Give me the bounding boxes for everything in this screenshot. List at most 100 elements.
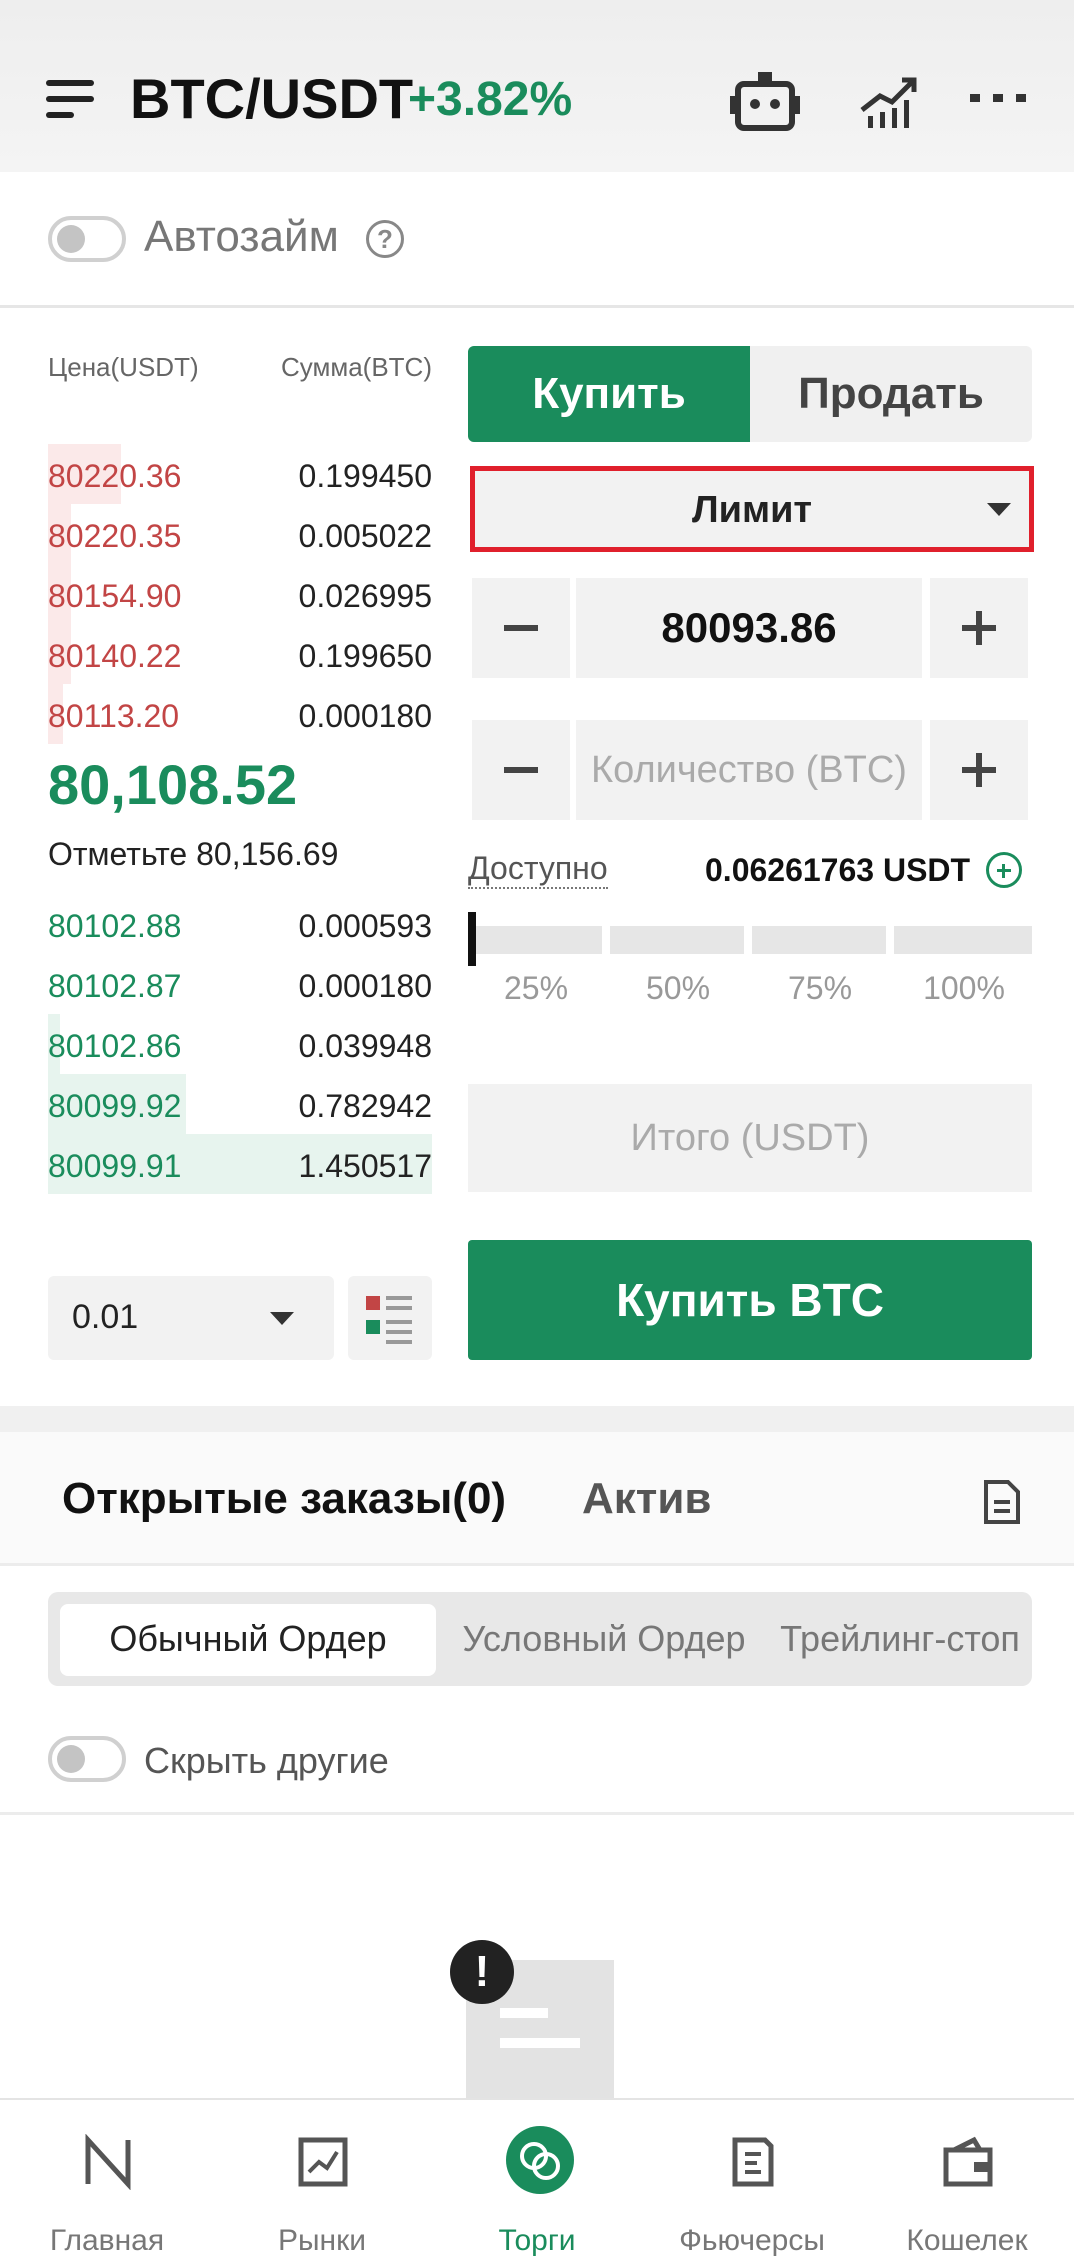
price-input[interactable]: 80093.86	[576, 578, 922, 678]
trade-icon	[506, 2126, 574, 2194]
trading-bot-icon[interactable]	[730, 70, 800, 134]
nav-item-markets[interactable]: Рынки	[215, 2100, 429, 2266]
home-logo-icon	[85, 2134, 131, 2190]
total-input[interactable]: Итого (USDT)	[468, 1084, 1032, 1192]
available-label[interactable]: Доступно	[468, 850, 608, 889]
quantity-increase-button[interactable]	[930, 720, 1028, 820]
orderbook-view-toggle[interactable]	[348, 1276, 432, 1360]
bid-price: 80102.88	[48, 908, 182, 944]
section-divider	[0, 1406, 1074, 1432]
segment-trailing-stop[interactable]: Трейлинг-стоп	[772, 1592, 1028, 1686]
bid-row[interactable]: 80099.92 0.782942	[48, 1074, 432, 1134]
nav-label: Торги	[498, 2224, 576, 2257]
ask-row[interactable]: 80140.22 0.199650	[48, 624, 432, 684]
wallet-icon	[943, 2136, 993, 2187]
price-increase-button[interactable]	[930, 578, 1028, 678]
slider-segment[interactable]	[610, 926, 744, 954]
tab-open-orders[interactable]: Открытые заказы(0)	[62, 1474, 506, 1524]
nav-item-wallet[interactable]: Кошелек	[860, 2100, 1074, 2266]
nav-label: Кошелек	[906, 2224, 1028, 2257]
percent-50[interactable]: 50%	[608, 970, 748, 1007]
mark-price: Отметьте 80,156.69	[48, 836, 339, 872]
percent-75[interactable]: 75%	[750, 970, 890, 1007]
help-icon[interactable]: ?	[366, 220, 404, 258]
slider-segment[interactable]	[752, 926, 886, 954]
futures-icon	[732, 2137, 774, 2187]
ask-price: 80220.36	[48, 458, 182, 494]
autozaim-label: Автозайм	[144, 212, 339, 261]
buy-btc-button[interactable]: Купить BTC	[468, 1240, 1032, 1360]
ask-row[interactable]: 80154.90 0.026995	[48, 564, 432, 624]
bid-row[interactable]: 80102.88 0.000593	[48, 894, 432, 954]
bid-amount: 0.039948	[298, 1028, 432, 1064]
ask-price: 80113.20	[48, 698, 180, 734]
tab-buy[interactable]: Купить	[468, 346, 750, 442]
slider-segment[interactable]	[468, 926, 602, 954]
tab-sell[interactable]: Продать	[750, 346, 1032, 442]
percent-25[interactable]: 25%	[466, 970, 606, 1007]
available-balance: 0.06261763 USDT	[705, 852, 971, 888]
ask-amount: 0.005022	[298, 518, 432, 554]
nav-item-futures[interactable]: Фьючерсы	[645, 2100, 859, 2266]
divider	[0, 1812, 1074, 1815]
bid-row[interactable]: 80102.86 0.039948	[48, 1014, 432, 1074]
minus-icon	[504, 767, 538, 773]
nav-label: Фьючерсы	[679, 2224, 825, 2257]
slider-segment[interactable]	[894, 926, 1032, 954]
price-value: 80093.86	[661, 604, 837, 651]
nav-label: Главная	[49, 2224, 165, 2257]
segment-regular-order[interactable]: Обычный Ордер	[60, 1592, 436, 1686]
bid-price: 80102.86	[48, 1028, 182, 1064]
slider-handle[interactable]	[468, 912, 476, 966]
nav-label: Рынки	[277, 2224, 367, 2257]
segment-conditional-order[interactable]: Условный Ордер	[444, 1592, 764, 1686]
tab-assets[interactable]: Актив	[582, 1474, 711, 1524]
ask-amount: 0.026995	[298, 578, 432, 614]
ask-amount: 0.000180	[298, 698, 432, 734]
quantity-decrease-button[interactable]	[472, 720, 570, 820]
price-change-badge: +3.82%	[408, 73, 573, 126]
ask-price: 80140.22	[48, 638, 182, 674]
price-step-value: 0.01	[72, 1298, 139, 1336]
nav-item-home[interactable]: Главная	[0, 2100, 214, 2266]
bid-amount: 1.450517	[298, 1148, 432, 1184]
nav-item-trade[interactable]: Торги	[430, 2100, 644, 2266]
chevron-down-icon	[270, 1312, 294, 1325]
add-funds-icon[interactable]	[986, 852, 1022, 888]
quantity-input[interactable]: Количество (BTC)	[576, 720, 922, 820]
bid-price: 80102.87	[48, 968, 182, 1004]
hide-others-label: Скрыть другие	[144, 1740, 389, 1781]
ask-amount: 0.199450	[298, 458, 432, 494]
bid-row[interactable]: 80102.87 0.000180	[48, 954, 432, 1014]
quantity-placeholder: Количество (BTC)	[591, 749, 907, 791]
bid-amount: 0.000180	[298, 968, 432, 1004]
autozaim-row: Автозайм ?	[0, 172, 1074, 308]
top-bar: BTC/USDT +3.82%	[0, 0, 1074, 172]
pair-title[interactable]: BTC/USDT	[130, 66, 413, 131]
bid-amount: 0.782942	[298, 1088, 432, 1124]
chart-icon[interactable]	[858, 70, 918, 130]
orderbook-layout-icon	[366, 1296, 412, 1344]
more-icon[interactable]	[970, 92, 1026, 104]
bid-amount: 0.000593	[298, 908, 432, 944]
ask-row[interactable]: 80220.36 0.199450	[48, 444, 432, 504]
ask-amount: 0.199650	[298, 638, 432, 674]
autozaim-toggle[interactable]	[48, 216, 126, 262]
chevron-down-icon	[987, 503, 1011, 516]
price-decrease-button[interactable]	[472, 578, 570, 678]
ask-price: 80154.90	[48, 578, 182, 614]
percent-100[interactable]: 100%	[894, 970, 1034, 1007]
ask-row[interactable]: 80220.35 0.005022	[48, 504, 432, 564]
side-tabs: Купить Продать	[468, 346, 1032, 442]
alert-icon: !	[450, 1940, 514, 2004]
bid-price: 80099.91	[48, 1148, 182, 1184]
ask-row[interactable]: 80113.20 0.000180	[48, 684, 432, 744]
bid-row[interactable]: 80099.91 1.450517	[48, 1134, 432, 1194]
price-step-select[interactable]: 0.01	[48, 1276, 334, 1360]
hide-others-toggle[interactable]	[48, 1736, 126, 1782]
ask-price: 80220.35	[48, 518, 182, 554]
order-history-icon[interactable]	[982, 1478, 1022, 1526]
menu-icon[interactable]	[46, 80, 94, 120]
minus-icon	[504, 625, 538, 631]
order-type-select[interactable]: Лимит	[470, 466, 1034, 552]
